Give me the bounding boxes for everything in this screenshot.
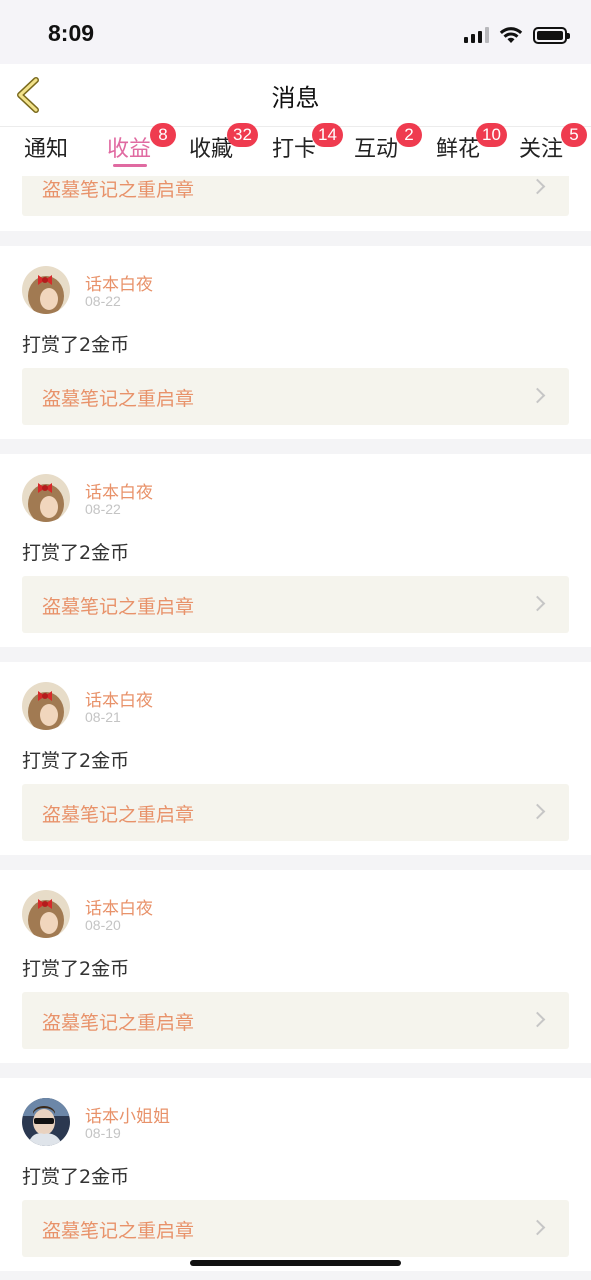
book-title: 盗墓笔记之重启章 — [42, 1012, 195, 1034]
message-text: 打赏了2金币 — [22, 750, 130, 772]
tab-earnings[interactable]: 收益 8 — [107, 123, 176, 163]
avatar[interactable] — [22, 474, 70, 522]
message-date: 08-22 — [85, 293, 121, 309]
navigation-bar: 消息 — [0, 64, 591, 126]
book-link[interactable]: 盗墓笔记之重启章 — [22, 576, 569, 633]
message-card: 盗墓笔记之重启章 — [0, 176, 591, 231]
tab-badge: 8 — [150, 123, 176, 147]
message-text: 打赏了2金币 — [22, 542, 130, 564]
tab-label: 鲜花 — [436, 137, 481, 162]
girl-avatar-icon — [22, 266, 70, 314]
book-link[interactable]: 盗墓笔记之重启章 — [22, 784, 569, 841]
avatar[interactable] — [22, 1098, 70, 1146]
message-card: 话本小姐姐 08-19 打赏了2金币 盗墓笔记之重启章 — [0, 1078, 591, 1271]
tab-badge: 32 — [227, 123, 258, 147]
girl-avatar-icon — [22, 682, 70, 730]
girl-avatar-icon — [22, 890, 70, 938]
book-title: 盗墓笔记之重启章 — [42, 1220, 195, 1242]
tab-badge: 2 — [396, 123, 422, 147]
home-indicator[interactable] — [190, 1260, 401, 1266]
message-text: 打赏了2金币 — [22, 958, 130, 980]
tab-notifications[interactable]: 通知 — [24, 131, 68, 163]
battery-icon — [533, 26, 570, 44]
tab-label: 通知 — [24, 137, 69, 162]
message-card: 话本白夜 08-22 打赏了2金币 盗墓笔记之重启章 — [0, 246, 591, 439]
tab-interactions[interactable]: 互动 2 — [354, 123, 422, 163]
chevron-right-icon — [529, 1219, 546, 1236]
wifi-icon — [499, 27, 523, 43]
message-card: 话本白夜 08-20 打赏了2金币 盗墓笔记之重启章 — [0, 870, 591, 1063]
tab-following[interactable]: 关注 5 — [519, 123, 587, 163]
book-title: 盗墓笔记之重启章 — [42, 804, 195, 826]
book-link[interactable]: 盗墓笔记之重启章 — [22, 1200, 569, 1257]
tab-label: 关注 — [519, 137, 564, 162]
tab-label: 互动 — [354, 137, 399, 162]
book-title: 盗墓笔记之重启章 — [42, 179, 195, 201]
earnings-feed[interactable]: 盗墓笔记之重启章 话本白夜 08-22 打赏了2金币 盗墓笔记之重启章 话本白夜… — [0, 176, 591, 1280]
message-date: 08-22 — [85, 501, 121, 517]
tab-label: 收益 — [107, 137, 152, 162]
message-card: 话本白夜 08-22 打赏了2金币 盗墓笔记之重启章 — [0, 454, 591, 647]
page-title: 消息 — [271, 84, 320, 112]
person-sunglasses-avatar-icon — [22, 1098, 70, 1146]
tab-badge: 10 — [476, 123, 507, 147]
chevron-right-icon — [529, 387, 546, 404]
girl-avatar-icon — [22, 474, 70, 522]
message-card: 话本白夜 08-21 打赏了2金币 盗墓笔记之重启章 — [0, 662, 591, 855]
user-name[interactable]: 话本白夜 — [85, 686, 153, 711]
status-bar: 8:09 — [0, 0, 591, 64]
book-title: 盗墓笔记之重启章 — [42, 596, 195, 618]
user-name[interactable]: 话本白夜 — [85, 894, 153, 919]
tab-favorites[interactable]: 收藏 32 — [189, 123, 258, 163]
chevron-right-icon — [529, 803, 546, 820]
book-link[interactable]: 盗墓笔记之重启章 — [22, 368, 569, 425]
tab-badge: 14 — [312, 123, 343, 147]
tab-label: 收藏 — [189, 137, 234, 162]
tab-checkin[interactable]: 打卡 14 — [272, 123, 343, 163]
book-link[interactable]: 盗墓笔记之重启章 — [22, 176, 569, 216]
message-date: 08-21 — [85, 709, 121, 725]
avatar[interactable] — [22, 890, 70, 938]
avatar[interactable] — [22, 682, 70, 730]
chevron-right-icon — [529, 1011, 546, 1028]
active-tab-indicator — [113, 164, 147, 167]
tab-label: 打卡 — [272, 137, 317, 162]
cellular-signal-icon — [464, 27, 489, 43]
message-text: 打赏了2金币 — [22, 334, 130, 356]
user-name[interactable]: 话本白夜 — [85, 270, 153, 295]
message-text: 打赏了2金币 — [22, 1166, 130, 1188]
tab-badge: 5 — [561, 123, 587, 147]
message-tabs: 通知 收益 8 收藏 32 打卡 14 互动 2 鲜花 10 关注 5 — [0, 123, 591, 176]
tab-flowers[interactable]: 鲜花 10 — [436, 123, 507, 163]
avatar[interactable] — [22, 266, 70, 314]
chevron-right-icon — [529, 595, 546, 612]
message-date: 08-19 — [85, 1125, 121, 1141]
chevron-right-icon — [529, 178, 546, 195]
message-date: 08-20 — [85, 917, 121, 933]
user-name[interactable]: 话本白夜 — [85, 478, 153, 503]
book-title: 盗墓笔记之重启章 — [42, 388, 195, 410]
user-name[interactable]: 话本小姐姐 — [85, 1102, 170, 1127]
book-link[interactable]: 盗墓笔记之重启章 — [22, 992, 569, 1049]
status-icons — [464, 26, 570, 44]
status-time: 8:09 — [48, 20, 95, 46]
